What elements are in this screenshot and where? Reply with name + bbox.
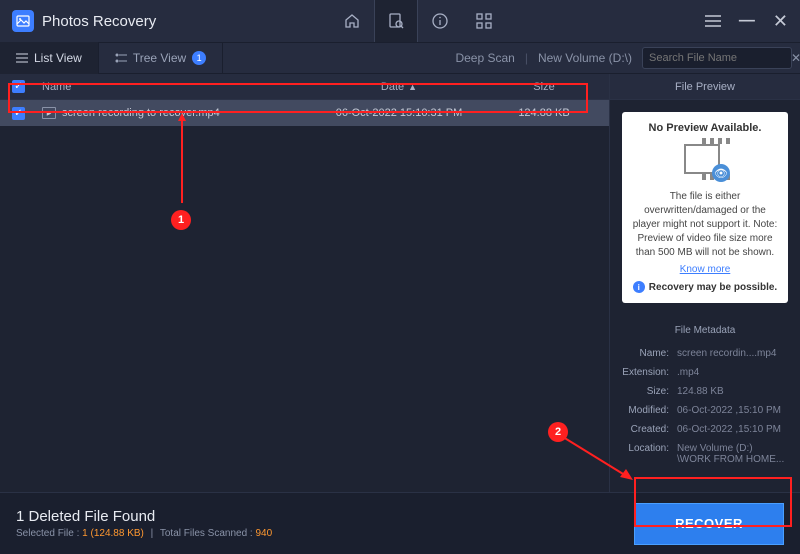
menu-icon[interactable] (705, 15, 721, 27)
content-area: ✓ Name Date▲ Size ✓ ▶ screen recording t… (0, 74, 800, 492)
meta-name: Name:screen recordin....mp4 (622, 344, 788, 363)
search-box[interactable]: ✕ (642, 47, 792, 69)
window-controls: — ✕ (705, 11, 788, 32)
app-title: Photos Recovery (42, 13, 156, 30)
column-header: ✓ Name Date▲ Size (0, 74, 609, 100)
meta-extension: Extension:.mp4 (622, 363, 788, 382)
sort-arrow-icon: ▲ (408, 82, 417, 92)
view-tabs: List View Tree View 1 (0, 42, 223, 74)
file-name: screen recording to recover.mp4 (62, 107, 220, 119)
divider: | (525, 51, 528, 65)
volume-label: New Volume (D:\) (538, 51, 632, 65)
column-size[interactable]: Size (479, 81, 609, 93)
list-view-label: List View (34, 51, 82, 65)
search-clear-icon[interactable]: ✕ (791, 51, 800, 65)
meta-location: Location:New Volume (D:) \WORK FROM HOME… (622, 439, 788, 469)
toolbar-icons (330, 0, 506, 42)
titlebar: Photos Recovery — ✕ (0, 0, 800, 42)
tab-tree-view[interactable]: Tree View 1 (99, 42, 223, 74)
view-toolbar: List View Tree View 1 Deep Scan | New Vo… (0, 42, 800, 74)
file-date: 06-Oct-2022 15:10:31 PM (319, 107, 479, 119)
info-circle-icon: i (633, 281, 645, 293)
deleted-count-title: 1 Deleted File Found (16, 508, 634, 525)
minimize-button[interactable]: — (739, 12, 755, 30)
deep-scan-link[interactable]: Deep Scan (455, 51, 514, 65)
eye-slash-icon: 👁 (712, 164, 730, 182)
tree-icon (115, 53, 127, 63)
search-input[interactable] (649, 52, 791, 64)
header-checkbox-cell: ✓ (12, 80, 36, 93)
subbar-right: Deep Scan | New Volume (D:\) ✕ (455, 47, 800, 69)
row-checkbox[interactable]: ✓ (12, 107, 25, 120)
file-list-panel: ✓ Name Date▲ Size ✓ ▶ screen recording t… (0, 74, 610, 492)
no-preview-title: No Preview Available. (632, 122, 778, 134)
home-icon[interactable] (330, 0, 374, 42)
info-icon[interactable] (418, 0, 462, 42)
film-icon: 👁 (680, 142, 730, 182)
metadata-header: File Metadata (622, 315, 788, 344)
side-panel: File Preview No Preview Available. 👁 The… (610, 74, 800, 492)
footer: 1 Deleted File Found Selected File : 1 (… (0, 492, 800, 554)
preview-description: The file is either overwritten/damaged o… (632, 190, 778, 260)
tree-view-label: Tree View (133, 51, 186, 65)
app-icon (12, 10, 34, 32)
column-date[interactable]: Date▲ (319, 81, 479, 93)
tab-list-view[interactable]: List View (0, 42, 99, 74)
column-name[interactable]: Name (36, 81, 319, 93)
tree-view-badge: 1 (192, 51, 206, 65)
meta-modified: Modified:06-Oct-2022 ,15:10 PM (622, 401, 788, 420)
meta-size: Size:124.88 KB (622, 382, 788, 401)
file-size: 124.88 KB (479, 107, 609, 119)
scan-icon[interactable] (374, 0, 418, 42)
know-more-link[interactable]: Know more (632, 264, 778, 275)
select-all-checkbox[interactable]: ✓ (12, 80, 25, 93)
grid-icon[interactable] (462, 0, 506, 42)
app-logo: Photos Recovery (12, 10, 156, 32)
recovery-possible: i Recovery may be possible. (632, 281, 778, 293)
video-file-icon: ▶ (42, 107, 56, 119)
meta-created: Created:06-Oct-2022 ,15:10 PM (622, 420, 788, 439)
preview-box: No Preview Available. 👁 The file is eith… (622, 112, 788, 303)
metadata-section: File Metadata Name:screen recordin....mp… (610, 315, 800, 469)
list-icon (16, 53, 28, 63)
footer-info: 1 Deleted File Found Selected File : 1 (… (16, 508, 634, 539)
preview-header: File Preview (610, 74, 800, 100)
file-row[interactable]: ✓ ▶ screen recording to recover.mp4 06-O… (0, 100, 609, 126)
close-button[interactable]: ✕ (773, 11, 788, 32)
recover-button[interactable]: RECOVER (634, 503, 784, 545)
